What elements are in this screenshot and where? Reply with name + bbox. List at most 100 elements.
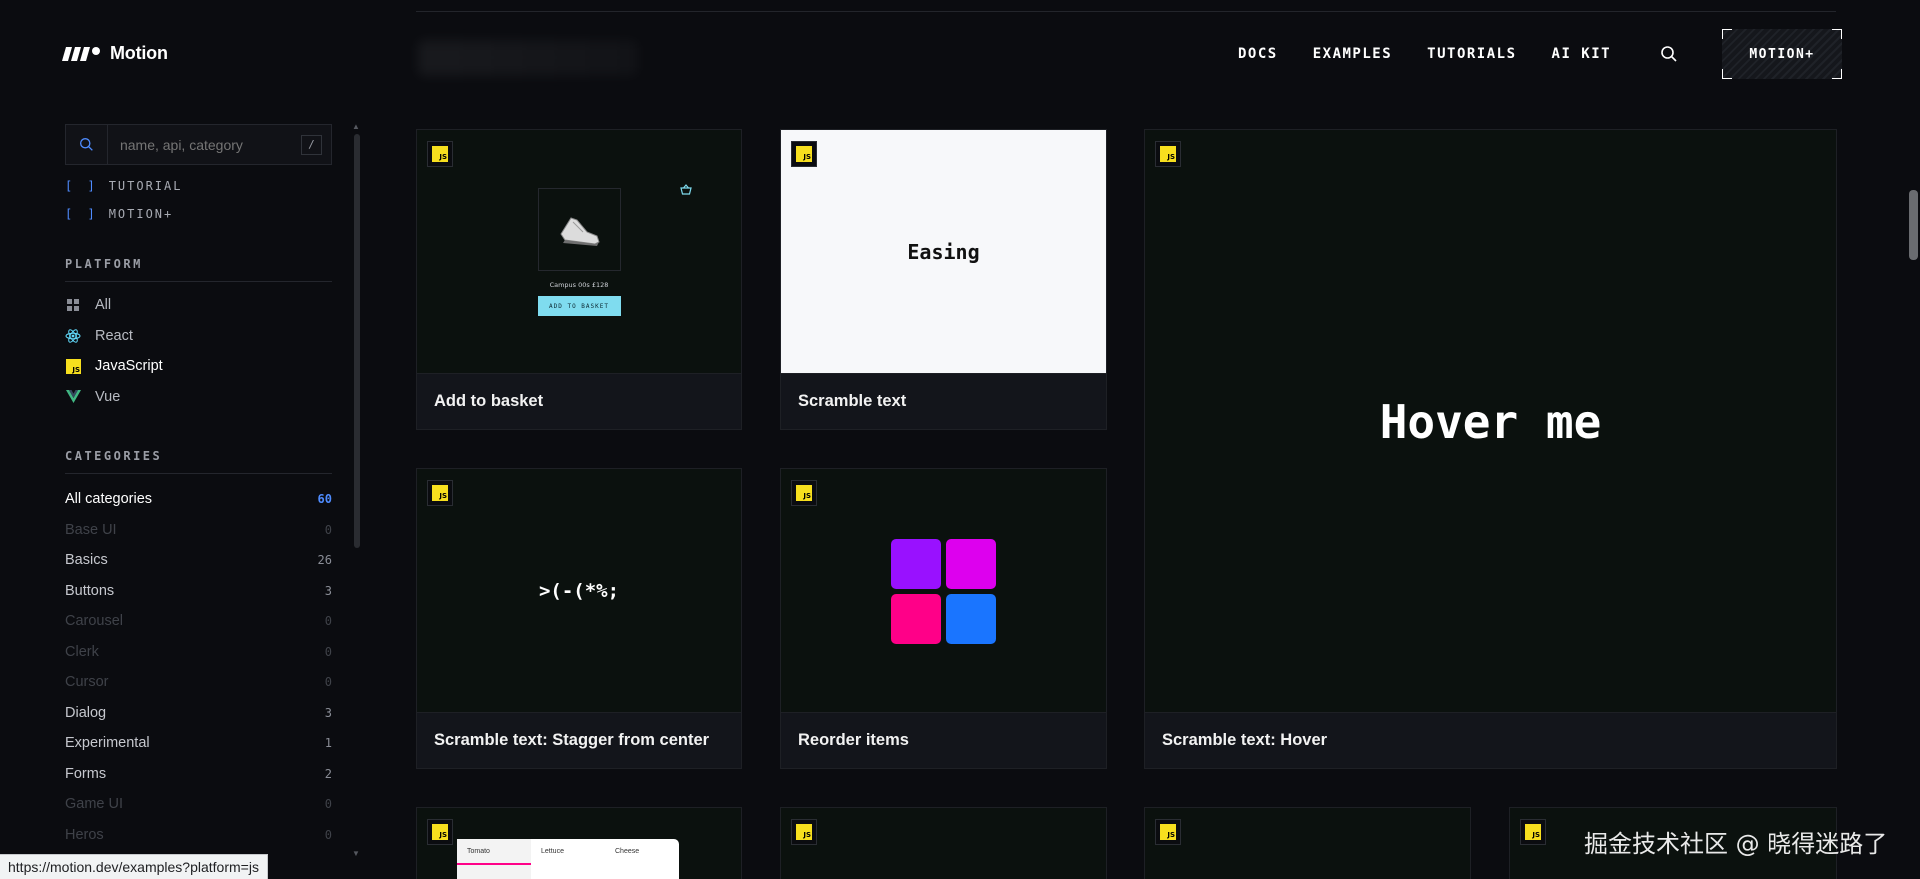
card-preview (781, 469, 1106, 713)
js-badge: JS (1155, 141, 1181, 167)
product-name: Campus 00s £128 (549, 281, 609, 289)
platform-heading: PLATFORM (65, 257, 332, 282)
category-cursor[interactable]: Cursor 0 (65, 667, 332, 698)
category-count: 60 (317, 492, 332, 507)
category-label: Clerk (65, 643, 99, 660)
categories-heading: CATEGORIES (65, 449, 332, 474)
scroll-down-arrow-icon[interactable]: ▼ (352, 849, 360, 858)
example-card[interactable]: JS (780, 807, 1107, 879)
example-card-tabs[interactable]: JS Tomato Lettuce Cheese (416, 807, 742, 879)
page-title-blurred (418, 40, 638, 76)
category-clerk[interactable]: Clerk 0 (65, 637, 332, 668)
js-badge: JS (427, 819, 453, 845)
platform-item-all[interactable]: All (65, 290, 332, 321)
nav-tutorials[interactable]: TUTORIALS (1427, 46, 1516, 62)
grid-icon (65, 297, 81, 313)
header-divider (416, 11, 1836, 12)
category-label: Base UI (65, 521, 117, 538)
shortcut-key: / (300, 134, 322, 155)
category-label: Experimental (65, 735, 150, 752)
logo-text: Motion (110, 43, 168, 63)
motion-logo[interactable]: Motion (62, 43, 168, 64)
nav-examples[interactable]: EXAMPLES (1313, 46, 1392, 62)
search-icon (66, 125, 108, 164)
scroll-up-arrow-icon[interactable]: ▲ (352, 122, 360, 131)
js-badge: JS (791, 819, 817, 845)
preview-text: Hover me (1379, 394, 1602, 449)
category-count: 1 (324, 736, 332, 751)
bracket-icon: [ ] (65, 179, 99, 193)
shoe-image (537, 188, 621, 271)
category-label: All categories (65, 491, 153, 508)
category-game-ui[interactable]: Game UI 0 (65, 789, 332, 820)
vue-icon (65, 389, 81, 405)
category-experimental[interactable]: Experimental 1 (65, 728, 332, 759)
tab-cheese[interactable]: Cheese (605, 839, 679, 879)
tutorial-label: TUTORIAL (108, 179, 183, 193)
category-count: 3 (324, 705, 332, 720)
basket-icon[interactable] (680, 182, 692, 200)
card-preview: >(-(*%; (417, 469, 741, 713)
top-nav: DOCS EXAMPLES TUTORIALS AI KIT (1238, 46, 1611, 62)
js-badge: JS (1155, 819, 1181, 845)
platform-label: JavaScript (95, 358, 163, 375)
category-label: Basics (65, 552, 108, 569)
example-card-scramble-hover[interactable]: JS Hover me Scramble text: Hover (1144, 129, 1837, 769)
nav-ai-kit[interactable]: AI KIT (1552, 46, 1612, 62)
category-dialog[interactable]: Dialog 3 (65, 698, 332, 729)
js-badge: JS (1520, 819, 1546, 845)
category-basics[interactable]: Basics 26 (65, 545, 332, 576)
platform-label: React (95, 327, 133, 344)
add-to-basket-button[interactable]: ADD TO BASKET (537, 296, 621, 316)
platform-label: All (95, 297, 112, 314)
category-label: Game UI (65, 796, 124, 813)
platform-item-javascript[interactable]: JS JavaScript (65, 351, 332, 382)
reorder-grid (891, 538, 996, 644)
motion-logo-icon (62, 46, 102, 61)
category-label: Cursor (65, 674, 109, 691)
tutorial-link[interactable]: [ ] TUTORIAL (65, 177, 332, 195)
category-heros[interactable]: Heros 0 (65, 820, 332, 851)
preview-text: Easing (907, 240, 980, 264)
reorder-tile[interactable] (946, 593, 996, 644)
tab-lettuce[interactable]: Lettuce (531, 839, 605, 879)
category-label: Buttons (65, 582, 115, 599)
example-card-scramble-center[interactable]: JS >(-(*%; Scramble text: Stagger from c… (416, 468, 742, 769)
category-base-ui[interactable]: Base UI 0 (65, 515, 332, 546)
sidebar-search: / (65, 124, 332, 165)
category-carousel[interactable]: Carousel 0 (65, 606, 332, 637)
category-all[interactable]: All categories 60 (65, 484, 332, 515)
example-card-add-to-basket[interactable]: JS Campus 00s £128 ADD TO BASKET Add to … (416, 129, 742, 430)
sidebar-scrollbar[interactable] (354, 134, 360, 548)
card-title: Scramble text (781, 373, 1106, 429)
search-icon[interactable] (1660, 45, 1678, 63)
motion-plus-link[interactable]: [ ] MOTION+ (65, 205, 332, 223)
card-preview: Hover me (1145, 130, 1836, 713)
example-card[interactable]: JS (1144, 807, 1471, 879)
nav-docs[interactable]: DOCS (1238, 46, 1278, 62)
platform-item-react[interactable]: React (65, 321, 332, 352)
scrollbar-thumb[interactable] (1909, 190, 1918, 260)
reorder-tile[interactable] (891, 538, 941, 589)
category-buttons[interactable]: Buttons 3 (65, 576, 332, 607)
tab-tomato[interactable]: Tomato (457, 839, 531, 879)
javascript-icon: JS (65, 358, 81, 374)
example-card-reorder[interactable]: JS Reorder items (780, 468, 1107, 769)
category-count: 0 (324, 797, 332, 812)
js-badge: JS (427, 480, 453, 506)
category-label: Carousel (65, 613, 124, 630)
reorder-tile[interactable] (891, 593, 941, 644)
category-count: 0 (324, 675, 332, 690)
platform-item-vue[interactable]: Vue (65, 382, 332, 413)
page-scrollbar[interactable] (1906, 0, 1920, 879)
reorder-tile[interactable] (946, 538, 996, 589)
js-badge: JS (791, 141, 817, 167)
search-input[interactable] (107, 136, 301, 153)
category-count: 2 (324, 766, 332, 781)
react-icon (65, 328, 81, 344)
card-title: Scramble text: Hover (1145, 712, 1836, 768)
category-count: 26 (317, 553, 332, 568)
motion-plus-button[interactable]: MOTION+ (1722, 29, 1842, 79)
category-forms[interactable]: Forms 2 (65, 759, 332, 790)
example-card-scramble-text[interactable]: JS Easing Scramble text (780, 129, 1107, 430)
